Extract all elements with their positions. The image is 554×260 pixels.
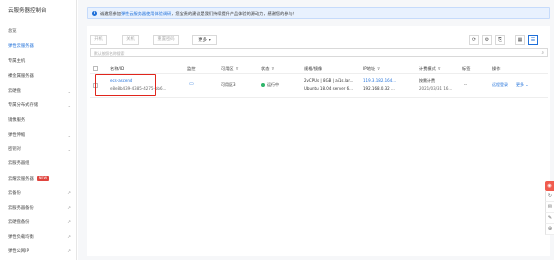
header-ip: IP地址 ⊽ [363, 66, 381, 71]
highlight-box [95, 74, 156, 96]
billing-created-time: 2021/03/31 16... [419, 86, 453, 91]
sidebar-item-csbs[interactable]: 云服务器备份 ↗ [8, 205, 75, 213]
instance-status: 运行中 [261, 82, 279, 88]
sidebar-item-evs[interactable]: 云硬盘 ⌄ [8, 88, 75, 96]
refresh-icon[interactable]: ⟳ [469, 35, 479, 45]
sidebar-item-hecs[interactable]: 云耀云服务器 NEW [8, 176, 75, 184]
filter-icon[interactable]: ⊽ [438, 66, 441, 71]
header-billing: 计费模式 ⊽ [419, 66, 441, 71]
stop-button[interactable]: 关机 [122, 35, 139, 45]
header-tags: 标签 [462, 66, 471, 71]
help-icon[interactable]: ⊕ [545, 224, 554, 235]
grid-view-icon[interactable]: ▦ [515, 35, 525, 45]
header-name: 名称/ID [110, 66, 125, 71]
notice-prefix: 诚邀您参加 [100, 11, 121, 16]
instance-tags: -- [464, 82, 467, 87]
row-more-button[interactable]: 更多 ⌄ [516, 82, 529, 88]
chat-icon[interactable]: ◉ [545, 181, 554, 191]
chevron-down-icon: ⌄ [67, 133, 71, 138]
message-icon[interactable]: ✎ [545, 213, 554, 224]
sidebar-item-as[interactable]: 弹性伸缩 ⌄ [8, 132, 75, 140]
filter-icon[interactable]: ⊽ [236, 66, 239, 71]
more-actions-button[interactable]: 更多 ▾ [192, 35, 217, 45]
sidebar-item-keypair[interactable]: 密钥对 ⌄ [8, 146, 75, 154]
instance-zone: 可用区3 [221, 82, 236, 87]
sidebar-item-bms[interactable]: 裸金属服务器 [8, 73, 75, 81]
billing-mode: 按需计费 [419, 78, 435, 83]
settings-icon[interactable]: ⚙ [482, 35, 492, 45]
search-placeholder: 默认按照名称搜索 [94, 51, 125, 56]
external-link-icon: ↗ [67, 220, 71, 225]
table-header: 名称/ID 监控 可用区 ⊽ 状态 ⊽ 规格/镜像 IP地址 ⊽ 计费模式 ⊽ 标签 操… [90, 64, 548, 74]
chevron-down-icon: ⌄ [67, 103, 71, 108]
select-all-checkbox[interactable] [93, 66, 98, 71]
monitor-icon[interactable]: ▭ [189, 81, 194, 87]
sidebar-item-server-group[interactable]: 云服务器组 [8, 160, 75, 168]
sidebar-item-cbr[interactable]: 云备份 ↗ [8, 190, 75, 198]
running-status-icon [261, 83, 265, 87]
external-link-icon: ↗ [67, 235, 71, 240]
instance-image: Ubuntu 18.04 server 6... [304, 86, 353, 91]
notice-suffix: ，您宝贵的建议是我们持续提升产品体验的源动力，感谢您的参与！ [171, 11, 297, 16]
sidebar-item-overview[interactable]: 总览 [8, 28, 75, 36]
sidebar-title: 云服务器控制台 [8, 8, 47, 14]
instance-private-ip: 192.168.0.32 ... [363, 86, 395, 91]
header-status: 状态 ⊽ [261, 66, 275, 71]
search-icon[interactable]: ⌕ [541, 50, 544, 56]
external-link-icon: ↗ [67, 191, 71, 196]
chevron-down-icon: ⌄ [67, 89, 71, 94]
external-link-icon: ↗ [67, 206, 71, 211]
feedback-icon[interactable]: ↻ [545, 191, 554, 202]
external-link-icon: ↗ [67, 249, 71, 254]
header-actions: 操作 [492, 66, 501, 71]
header-spec: 规格/镜像 [304, 66, 323, 71]
chevron-down-icon: ⌄ [525, 82, 529, 87]
start-button[interactable]: 开机 [90, 35, 107, 45]
header-zone: 可用区 ⊽ [221, 66, 239, 71]
list-view-icon[interactable]: ☰ [528, 35, 538, 45]
caret-down-icon: ▾ [208, 38, 211, 42]
main-content: i 诚邀您参加弹性云服务器使用体验调研，您宝贵的建议是我们持续提升产品体验的源动… [78, 0, 554, 260]
new-badge: NEW [36, 176, 50, 181]
sidebar-item-dedicated-host[interactable]: 专属主机 [8, 58, 75, 66]
sidebar-item-ims[interactable]: 镜像服务 [8, 117, 75, 125]
info-icon: i [92, 11, 97, 16]
filter-icon[interactable]: ⊽ [271, 66, 274, 71]
survey-link[interactable]: 弹性云服务器使用体验调研 [121, 11, 171, 16]
survey-notice: i 诚邀您参加弹性云服务器使用体验调研，您宝贵的建议是我们持续提升产品体验的源动… [87, 7, 550, 19]
sidebar-item-ecs[interactable]: 弹性云服务器 [8, 43, 75, 51]
filter-icon[interactable]: ⊽ [377, 66, 380, 71]
instance-list-panel: 开机 关机 重置密码 更多 ▾ ⟳ ⚙ ⎘ ▦ ☰ 默认按照名称搜索 ⌕ 名称/I… [87, 26, 550, 256]
mail-icon[interactable]: ✉ [545, 202, 554, 213]
sidebar-item-elb[interactable]: 弹性负载均衡 ↗ [8, 234, 75, 242]
sidebar: 云服务器控制台 总览 弹性云服务器 专属主机 裸金属服务器 云硬盘 ⌄ 专属分布式… [0, 0, 77, 260]
sidebar-item-vbs[interactable]: 云硬盘备份 ↗ [8, 219, 75, 227]
floating-tools: ◉ ↻ ✉ ✎ ⊕ [545, 181, 554, 235]
sidebar-item-dss[interactable]: 专属分布式存储 ⌄ [8, 102, 75, 110]
instance-public-ip[interactable]: 119.3.182.164... [363, 78, 416, 83]
remote-login-button[interactable]: 远程登录 [492, 82, 508, 88]
chevron-down-icon: ⌄ [67, 147, 71, 152]
table-row: ecs-ascend e8e8b439-4385-4275-bb6... ▭ 可… [90, 74, 548, 98]
instance-spec: 2vCPUs | 8GB | ai1s.lar... [304, 78, 354, 83]
export-icon[interactable]: ⎘ [495, 35, 505, 45]
sidebar-item-eip[interactable]: 弹性公网IP ↗ [8, 248, 75, 256]
search-input[interactable]: 默认按照名称搜索 ⌕ [90, 48, 548, 57]
header-monitor: 监控 [187, 66, 196, 71]
reset-password-button[interactable]: 重置密码 [153, 35, 179, 45]
